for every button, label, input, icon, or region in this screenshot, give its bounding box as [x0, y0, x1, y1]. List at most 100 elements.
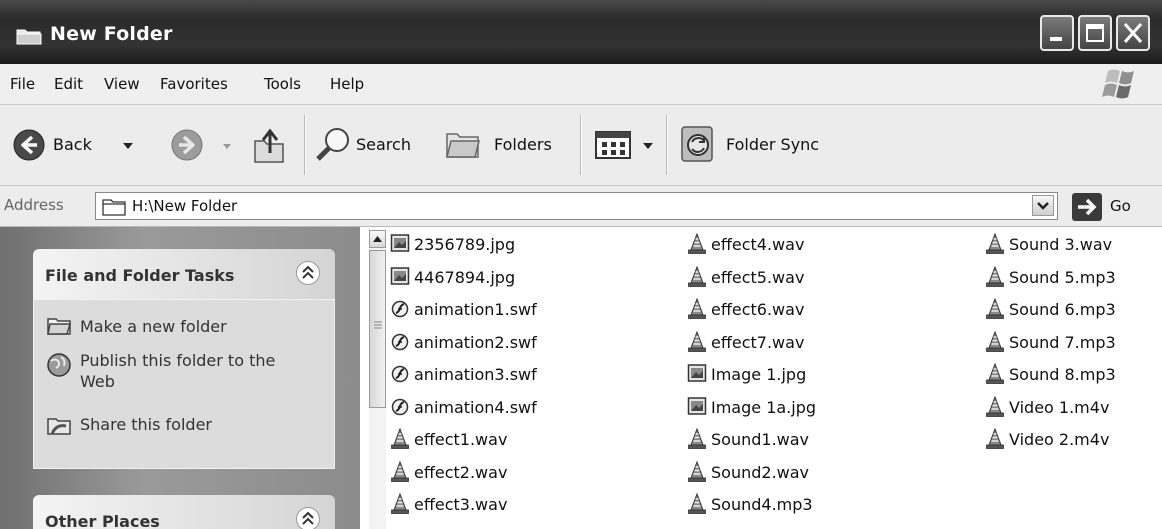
publish-folder-web-link[interactable]: Publish this folder to the Web: [80, 350, 300, 392]
file-name: effect3.wav: [414, 495, 508, 514]
search-label: Search: [356, 135, 411, 154]
menu-view[interactable]: View: [104, 75, 140, 93]
other-places-panel: Other Places: [33, 495, 335, 529]
file-name: Sound 6.mp3: [1009, 300, 1116, 319]
folders-label: Folders: [494, 135, 552, 154]
menu-tools[interactable]: Tools: [264, 75, 301, 93]
share-folder-link[interactable]: Share this folder: [80, 414, 212, 435]
folders-button[interactable]: Folders: [444, 123, 574, 167]
chevron-down-icon: [1037, 202, 1049, 210]
search-button[interactable]: Search: [314, 123, 434, 167]
folder-icon: [102, 199, 126, 216]
go-arrow-icon: [1078, 198, 1097, 216]
back-button[interactable]: Back: [12, 123, 162, 167]
minimize-button[interactable]: [1040, 15, 1074, 51]
collapse-button[interactable]: [296, 507, 320, 529]
file-name: animation1.swf: [414, 300, 537, 319]
file-name: effect6.wav: [711, 300, 805, 319]
file-name: animation4.swf: [414, 398, 537, 417]
up-folder-icon[interactable]: [252, 125, 288, 165]
file-name: Sound2.wav: [711, 463, 810, 482]
file-name: Image 1.jpg: [711, 365, 807, 384]
forward-dropdown-icon[interactable]: [222, 143, 232, 150]
views-button[interactable]: [594, 127, 660, 163]
media-cone-icon: [985, 232, 1005, 259]
address-dropdown-button[interactable]: [1032, 195, 1054, 216]
file-folder-tasks-header[interactable]: File and Folder Tasks: [33, 249, 335, 299]
address-value: H:\New Folder: [132, 197, 238, 215]
menu-edit[interactable]: Edit: [54, 75, 83, 93]
views-dropdown-icon[interactable]: [642, 142, 654, 150]
media-cone-icon: [985, 362, 1005, 389]
collapse-button[interactable]: [296, 261, 320, 285]
media-cone-icon: [687, 492, 707, 519]
grip-icon: [374, 321, 382, 329]
file-name: effect7.wav: [711, 333, 805, 352]
file-list: 2356789.jpg 4467894.jpg animation1.swf anim…: [361, 227, 1162, 529]
media-cone-icon: [985, 427, 1005, 454]
media-cone-icon: [687, 427, 707, 454]
file-name: Sound 5.mp3: [1009, 268, 1116, 287]
windows-logo-icon: [1102, 69, 1134, 99]
maximize-button[interactable]: [1078, 15, 1112, 51]
folder-icon: [16, 29, 42, 45]
menu-bar: File Edit View Favorites Tools Help: [0, 64, 1162, 105]
new-folder-icon: [47, 318, 72, 335]
media-cone-icon: [687, 460, 707, 487]
menu-favorites[interactable]: Favorites: [160, 75, 228, 93]
toolbar-separator: [580, 115, 582, 175]
file-name: animation3.swf: [414, 365, 537, 384]
image-file-icon: [687, 363, 707, 387]
file-name: effect2.wav: [414, 463, 508, 482]
folder-sync-icon: [681, 126, 713, 162]
globe-icon: [47, 353, 71, 377]
double-chevron-up-icon: [302, 265, 314, 279]
file-name: Sound4.mp3: [711, 495, 813, 514]
other-places-header[interactable]: Other Places: [33, 495, 335, 529]
forward-arrow-icon: [171, 129, 203, 161]
maximize-icon: [1086, 24, 1104, 42]
media-cone-icon: [687, 232, 707, 259]
address-field[interactable]: H:\New Folder: [95, 192, 1058, 220]
file-folder-tasks-body: Make a new folder Publish this folder to…: [33, 299, 335, 469]
media-cone-icon: [687, 265, 707, 292]
explorer-window: New Folder File Edit View Favorites Tool…: [0, 0, 1162, 529]
forward-button[interactable]: [170, 123, 240, 167]
file-name: Video 1.m4v: [1009, 398, 1110, 417]
media-cone-icon: [687, 330, 707, 357]
close-button[interactable]: [1116, 15, 1150, 51]
double-chevron-up-icon: [302, 511, 314, 525]
go-button[interactable]: [1072, 193, 1102, 221]
file-name: animation2.swf: [414, 333, 537, 352]
vertical-scrollbar[interactable]: [369, 230, 386, 529]
scroll-thumb[interactable]: [369, 250, 386, 408]
folder-sync-label: Folder Sync: [726, 135, 820, 154]
flash-file-icon: [390, 331, 410, 355]
scroll-up-button[interactable]: [369, 230, 386, 248]
address-bar: Address H:\New Folder Go: [0, 186, 1162, 227]
flash-file-icon: [390, 396, 410, 420]
file-name: effect1.wav: [414, 430, 508, 449]
media-cone-icon: [687, 297, 707, 324]
views-grid-icon: [595, 131, 631, 159]
file-name: effect4.wav: [711, 235, 805, 254]
folder-sync-button[interactable]: Folder Sync: [678, 121, 838, 169]
go-label[interactable]: Go: [1110, 197, 1131, 215]
media-cone-icon: [985, 395, 1005, 422]
file-name: Sound 7.mp3: [1009, 333, 1116, 352]
address-label: Address: [4, 196, 64, 214]
toolbar: Back Search Folders Folder Sync: [0, 105, 1162, 186]
menu-help[interactable]: Help: [330, 75, 364, 93]
make-new-folder-link[interactable]: Make a new folder: [80, 316, 227, 337]
window-title: New Folder: [50, 23, 173, 45]
minimize-icon: [1050, 37, 1062, 41]
toolbar-separator: [666, 115, 668, 175]
media-cone-icon: [985, 265, 1005, 292]
search-icon: [316, 128, 349, 161]
back-dropdown-icon[interactable]: [122, 142, 134, 150]
title-bar[interactable]: New Folder: [0, 0, 1162, 65]
menu-file[interactable]: File: [10, 75, 35, 93]
back-label: Back: [53, 135, 92, 154]
file-name: Sound1.wav: [711, 430, 810, 449]
other-places-title: Other Places: [45, 512, 160, 529]
